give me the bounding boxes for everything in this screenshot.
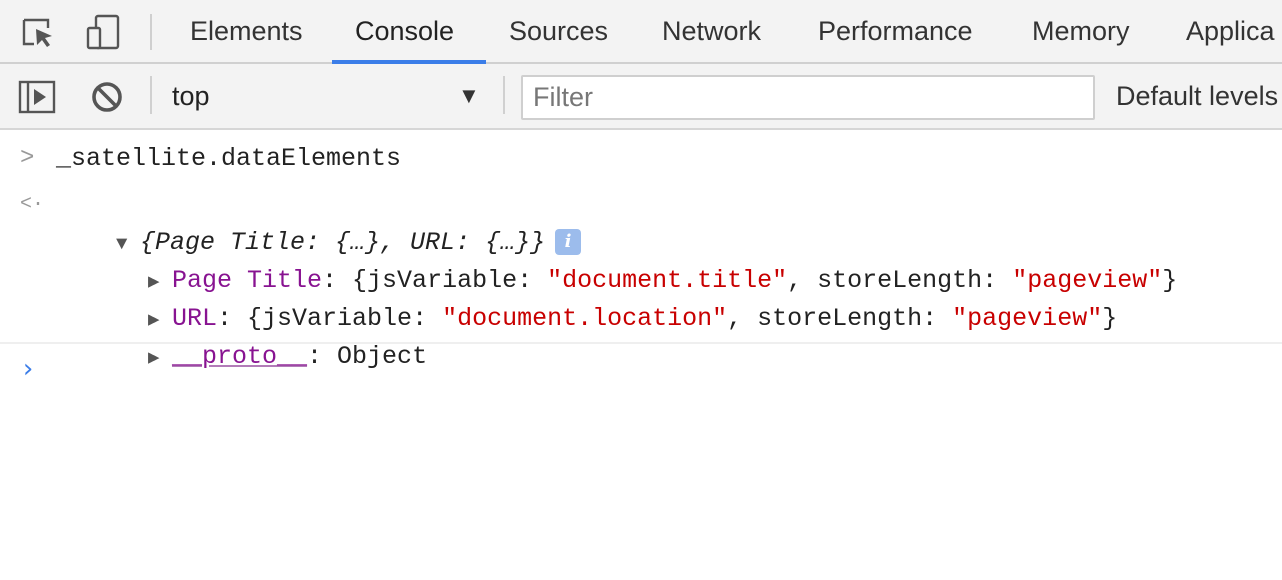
tab-memory[interactable]: Memory (1032, 0, 1130, 62)
chevron-right-icon: > (20, 145, 35, 172)
execution-context-select[interactable]: top ▼ (158, 72, 498, 120)
tab-performance[interactable]: Performance (818, 0, 973, 62)
console-toolbar: top ▼ Default levels (0, 64, 1282, 130)
triangle-right-icon[interactable]: ▶ (148, 339, 172, 377)
inspect-element-icon[interactable] (18, 12, 58, 52)
tab-application[interactable]: Applica (1186, 0, 1275, 62)
show-sidebar-icon[interactable] (18, 80, 56, 114)
filter-input[interactable] (521, 75, 1095, 120)
result-arrow-icon: <· (20, 193, 45, 216)
console-output: > _satellite.dataElements <· ▼ {Page Titl… (0, 130, 1282, 580)
execution-context-label: top (172, 81, 210, 111)
toolbar-separator (503, 76, 505, 114)
tab-console[interactable]: Console (355, 0, 454, 62)
dropdown-arrow-icon: ▼ (458, 83, 480, 108)
object-property-row[interactable]: ▶ URL: {jsVariable: "document.location", … (88, 262, 1117, 333)
toolbar-separator (150, 76, 152, 114)
property-text: } (1102, 304, 1118, 333)
string-value: "document.location" (442, 304, 728, 333)
log-levels-dropdown[interactable]: Default levels (1116, 64, 1278, 128)
devtools-tab-bar: Elements Console Sources Network Perform… (0, 0, 1282, 64)
proto-row[interactable]: ▶ __proto__: Object (88, 300, 427, 371)
console-prompt-icon[interactable]: › (20, 350, 36, 388)
device-toolbar-icon[interactable] (82, 12, 122, 52)
tab-sources[interactable]: Sources (509, 0, 608, 62)
string-value: "pageview" (952, 304, 1103, 333)
result-object[interactable]: ▼ {Page Title: {…}, URL: {…}} i (56, 186, 582, 257)
proto-key: __proto__ (172, 342, 308, 371)
property-text: , storeLength: (727, 304, 953, 333)
object-property-row[interactable]: ▶ Page Title: {jsVariable: "document.titl… (88, 224, 1177, 295)
proto-value: : Object (307, 342, 428, 371)
property-text: } (1162, 266, 1178, 295)
toolbar-separator (150, 14, 152, 50)
tab-elements[interactable]: Elements (190, 0, 303, 62)
message-divider (0, 342, 1282, 344)
clear-console-icon[interactable] (90, 80, 124, 114)
console-input-command: _satellite.dataElements (56, 144, 402, 173)
tab-network[interactable]: Network (662, 0, 761, 62)
